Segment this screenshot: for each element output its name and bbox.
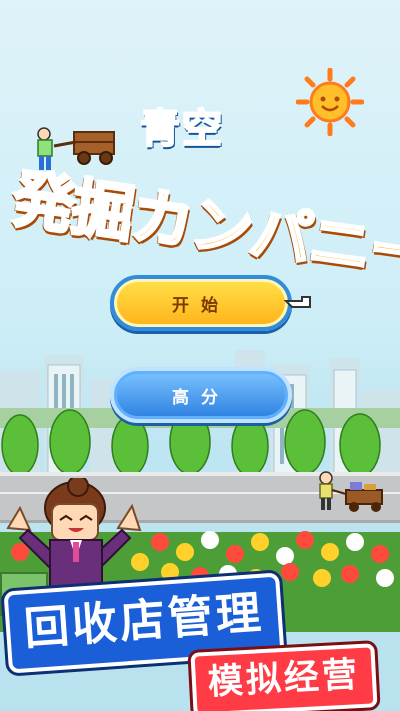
road-cart-icon (319, 471, 383, 512)
high-score-button[interactable]: 高分 (110, 367, 292, 423)
game-title-big: 発掘カンパニー (6, 160, 400, 294)
promo-banner-sub: 模拟经营 (190, 643, 378, 711)
sun-icon (296, 68, 364, 136)
pointer-hand-icon (284, 296, 311, 308)
game-title-small: 青空 (139, 105, 224, 153)
title-screen: 青空 発掘カンパニー 开始 高分 回收店管理 模拟经营 (0, 0, 400, 711)
start-button[interactable]: 开始 (110, 275, 292, 331)
